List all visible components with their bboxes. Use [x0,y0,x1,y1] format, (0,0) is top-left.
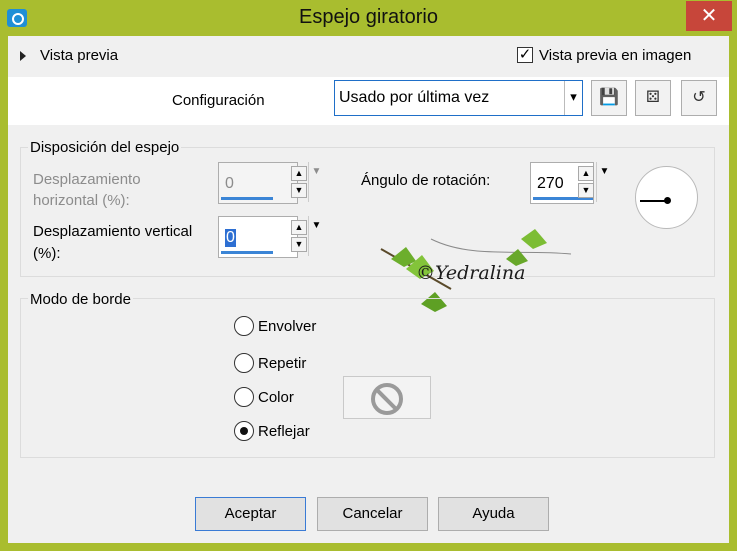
border-mode-group-label: Modo de borde [28,291,133,308]
rotation-dial[interactable] [635,166,698,229]
mirror-layout-group-label: Disposición del espejo [28,139,182,156]
horizontal-offset-bar [221,197,273,200]
rotation-up-icon[interactable]: ▲ [578,166,594,181]
save-preset-icon: 💾 [599,89,619,106]
horizontal-offset-label-2: horizontal (%): [33,192,130,209]
reset-button[interactable]: ↺ [681,80,717,116]
save-preset-button[interactable]: 💾 [591,80,627,116]
radio-reflejar[interactable] [234,421,254,441]
rotation-dropdown-icon[interactable]: ▼ [596,162,612,202]
radio-color[interactable] [234,387,254,407]
radio-reflejar-label[interactable]: Reflejar [258,423,310,440]
vertical-down-icon[interactable]: ▼ [291,237,307,252]
rotation-angle-field[interactable]: 270 ▲ ▼ [530,162,594,204]
vertical-offset-label-1: Desplazamiento vertical [33,223,193,240]
horizontal-down-icon[interactable]: ▼ [291,183,307,198]
cancel-button[interactable]: Cancelar [317,497,428,531]
preset-select[interactable]: Usado por última vez ▾ [334,80,583,116]
radio-envolver-label[interactable]: Envolver [258,318,316,335]
rotation-dial-handle[interactable] [664,197,671,204]
rotation-angle-label: Ángulo de rotación: [361,172,491,189]
horizontal-offset-field[interactable]: 0 ▲ ▼ [218,162,307,204]
radio-repetir[interactable] [234,353,254,373]
radio-repetir-label[interactable]: Repetir [258,355,306,372]
vertical-offset-value: 0 [225,229,236,247]
preview-toggle-label[interactable]: Vista previa [40,47,118,64]
radio-envolver[interactable] [234,316,254,336]
rotation-angle-value: 270 [537,175,564,192]
reset-icon: ↺ [692,89,706,106]
preview-on-image-checkbox[interactable]: ✓ [517,47,533,63]
close-button[interactable]: ✕ [686,1,732,31]
vertical-offset-label-2: (%): [33,245,61,262]
vertical-offset-field[interactable]: 0 ▲ ▼ [218,216,307,258]
vertical-offset-bar [221,251,273,254]
randomize-button[interactable]: ⚄ [635,80,671,116]
vertical-up-icon[interactable]: ▲ [291,220,307,235]
preset-select-value: Usado por última vez [339,89,490,106]
help-button[interactable]: Ayuda [438,497,549,531]
dialog-body: Vista previa ✓ Vista previa en imagen Co… [8,36,729,543]
border-color-swatch[interactable] [343,376,431,419]
horizontal-offset-label-1: Desplazamiento [33,171,141,188]
config-label: Configuración [172,92,265,109]
horizontal-dropdown-icon[interactable]: ▼ [308,162,324,202]
watermark-text: ©Yedralina [416,262,526,284]
expand-triangle-icon[interactable] [20,51,26,61]
randomize-icon: ⚄ [646,89,660,106]
window-title: Espejo giratorio [299,6,438,28]
chevron-down-icon[interactable]: ▾ [564,81,582,115]
rotation-down-icon[interactable]: ▼ [578,183,594,198]
title-bar[interactable]: Espejo giratorio ✕ [0,0,737,36]
dialog-window: Espejo giratorio ✕ Vista previa ✓ Vista … [0,0,737,551]
preview-on-image-label[interactable]: Vista previa en imagen [539,47,691,64]
preview-row: Vista previa ✓ Vista previa en imagen [8,36,729,77]
ok-button[interactable]: Aceptar [195,497,306,531]
no-color-icon [371,383,403,415]
radio-color-label[interactable]: Color [258,389,294,406]
vertical-dropdown-icon[interactable]: ▼ [308,216,324,256]
horizontal-offset-value: 0 [225,175,234,192]
horizontal-up-icon[interactable]: ▲ [291,166,307,181]
